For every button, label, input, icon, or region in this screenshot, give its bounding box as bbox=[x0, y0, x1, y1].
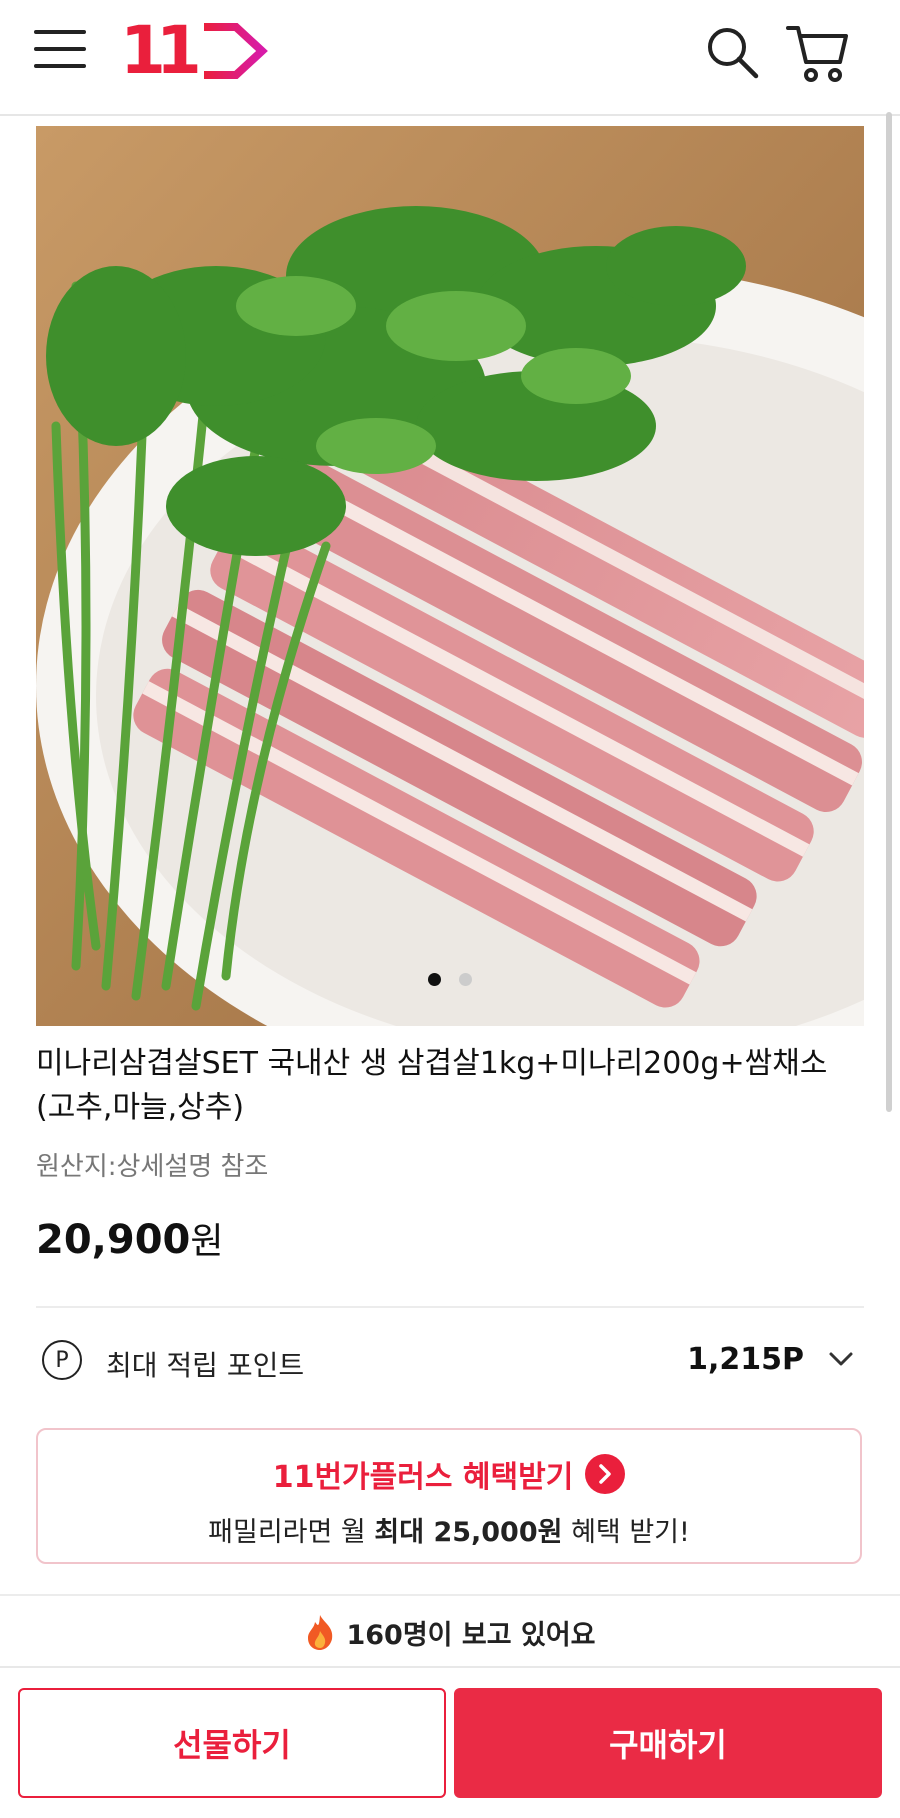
points-value: 1,215P bbox=[687, 1342, 804, 1377]
point-icon: P bbox=[42, 1340, 82, 1380]
points-label: 최대 적립 포인트 bbox=[106, 1349, 305, 1382]
product-price: 20,900원 bbox=[36, 1212, 223, 1264]
product-origin: 원산지:상세설명 참조 bbox=[36, 1152, 269, 1182]
menu-icon[interactable] bbox=[34, 30, 86, 74]
plus-sub-suffix: 혜택 받기! bbox=[562, 1517, 690, 1548]
product-title: 미나리삼겹살SET 국내산 생 삼겹살1kg+미나리200g+쌈채소(고추,마늘… bbox=[36, 1046, 828, 1125]
fire-icon bbox=[308, 1615, 333, 1650]
price-value: 20,900 bbox=[36, 1217, 191, 1263]
gift-button[interactable]: 선물하기 bbox=[18, 1688, 446, 1798]
buy-button[interactable]: 구매하기 bbox=[454, 1688, 882, 1798]
viewers-text: 160명이 보고 있어요 bbox=[346, 1619, 596, 1651]
bottom-action-bar: 선물하기 구매하기 bbox=[0, 1666, 900, 1818]
plus-subtitle: 패밀리라면 월 최대 25,000원 혜택 받기! bbox=[38, 1510, 860, 1549]
logo[interactable]: 11 bbox=[120, 18, 268, 84]
points-row[interactable]: P 최대 적립 포인트 1,215P bbox=[36, 1336, 864, 1392]
logo-text: 11 bbox=[120, 12, 202, 89]
price-unit: 원 bbox=[190, 1221, 224, 1262]
plus-title-row: 11번가플러스 혜택받기 bbox=[38, 1452, 860, 1496]
carousel-dots bbox=[36, 973, 864, 986]
logo-icon bbox=[203, 23, 268, 79]
plus-sub-prefix: 패밀리라면 월 bbox=[208, 1517, 375, 1548]
top-header: 11 bbox=[0, 0, 900, 116]
search-icon[interactable] bbox=[704, 24, 760, 80]
plus-benefit-banner[interactable]: 11번가플러스 혜택받기 패밀리라면 월 최대 25,000원 혜택 받기! bbox=[36, 1428, 862, 1564]
scrollbar[interactable] bbox=[886, 112, 892, 1112]
plus-title: 11번가플러스 혜택받기 bbox=[272, 1460, 574, 1495]
plus-sub-bold: 최대 25,000원 bbox=[374, 1517, 563, 1548]
product-image-carousel[interactable] bbox=[36, 126, 864, 1026]
carousel-dot-2[interactable] bbox=[459, 973, 472, 986]
divider bbox=[36, 1306, 864, 1308]
chevron-down-icon[interactable] bbox=[828, 1350, 854, 1368]
carousel-dot-1[interactable] bbox=[428, 973, 441, 986]
product-image bbox=[36, 126, 864, 1026]
chevron-right-icon[interactable] bbox=[585, 1454, 626, 1494]
viewers-bar: 160명이 보고 있어요 bbox=[0, 1594, 900, 1668]
cart-icon[interactable] bbox=[786, 22, 852, 84]
